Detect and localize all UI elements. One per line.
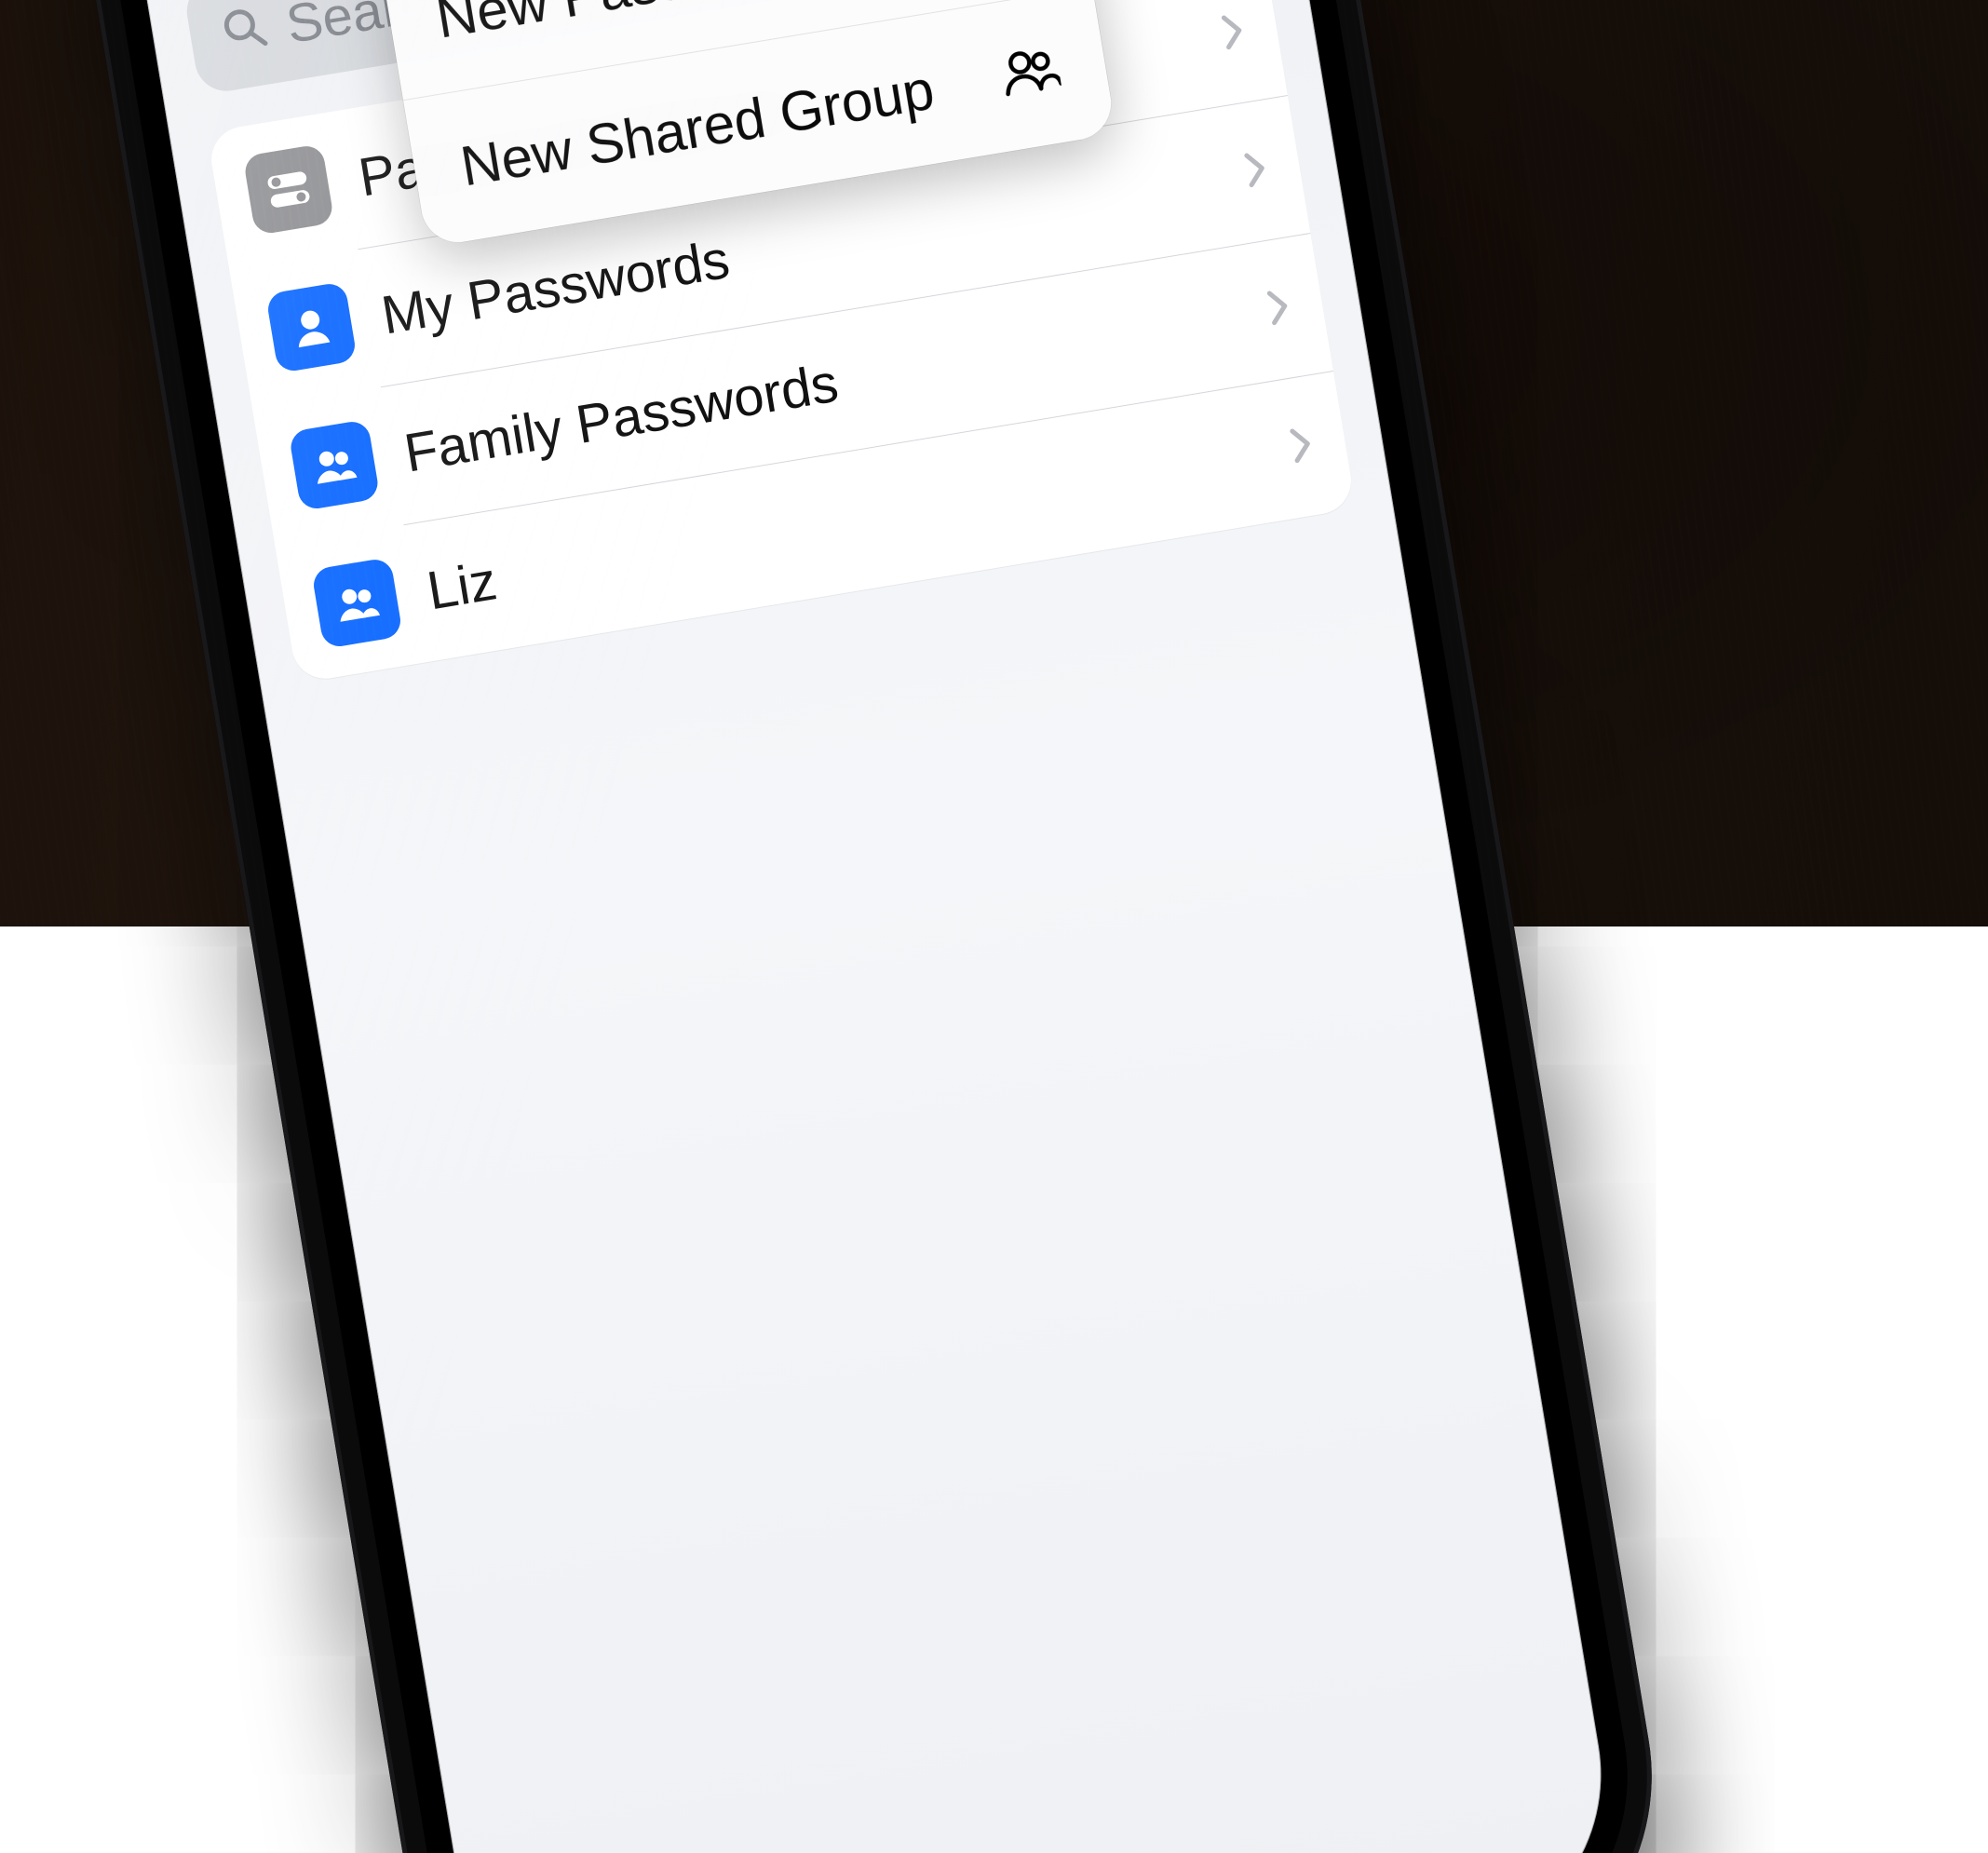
wooden-desk-background: 09:41 [0, 0, 1988, 926]
chevron-right-icon [1288, 424, 1317, 468]
people-icon [997, 43, 1062, 102]
chevron-right-icon [1220, 10, 1249, 55]
search-icon [218, 0, 272, 66]
phone: 09:41 [47, 0, 1685, 1853]
chevron-right-icon [1242, 148, 1271, 193]
phone-screen: 09:41 [104, 0, 1628, 1853]
people-icon [311, 557, 403, 649]
phone-bezel: 09:41 [74, 0, 1657, 1853]
person-icon [265, 281, 358, 373]
people-icon [289, 419, 381, 511]
toggles-icon [243, 143, 335, 236]
phone-case: 09:41 [47, 0, 1685, 1853]
chevron-right-icon [1265, 286, 1294, 331]
